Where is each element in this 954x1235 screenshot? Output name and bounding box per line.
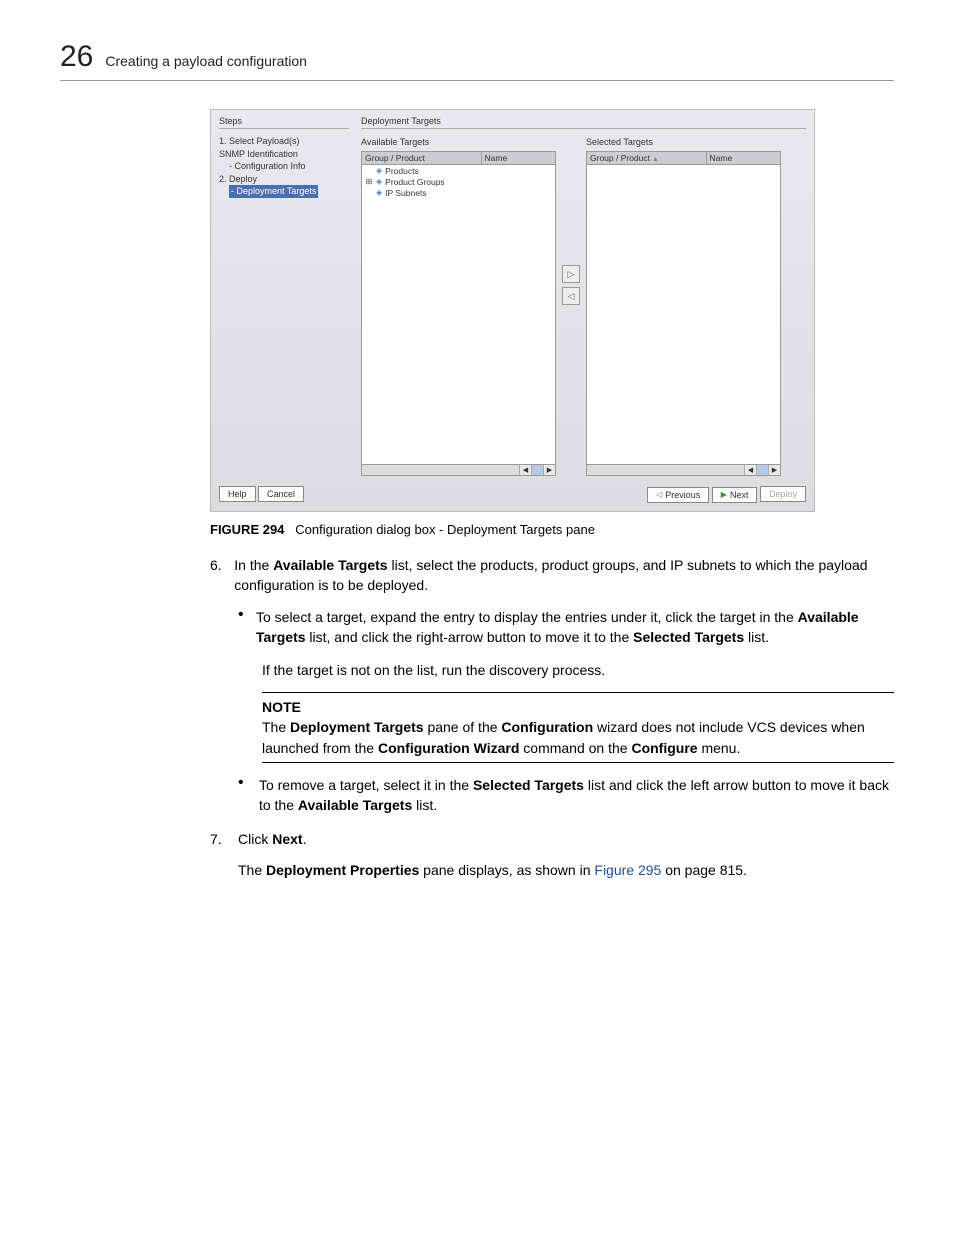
main-panel-title: Deployment Targets	[361, 116, 806, 126]
scroll-right-icon[interactable]: ▶	[768, 465, 780, 475]
sort-asc-icon: ▲	[652, 156, 659, 163]
group-icon: ◈	[376, 188, 382, 198]
horizontal-scrollbar[interactable]: ◀ ▶	[586, 465, 781, 476]
tree-node-products[interactable]: ◈Products	[364, 166, 553, 177]
step-item-current[interactable]: - Deployment Targets	[229, 185, 349, 198]
available-targets-label: Available Targets	[361, 135, 556, 149]
available-targets-box: Available Targets Group / Product Name ◈…	[361, 135, 556, 476]
note-box: NOTE The Deployment Targets pane of the …	[262, 692, 894, 763]
move-left-button[interactable]: ◁	[562, 287, 580, 305]
body-content: 6. In the Available Targets list, select…	[210, 555, 894, 881]
dialog-footer: Help Cancel Previous Next Deploy	[219, 486, 806, 503]
column-header[interactable]: Group / Product	[362, 152, 482, 164]
chevron-right-icon: ▷	[568, 269, 575, 280]
expand-icon[interactable]: ⊞	[365, 177, 373, 187]
tree-node-ip-subnets[interactable]: ◈IP Subnets	[364, 188, 553, 199]
bullet-remove-target: • To remove a target, select it in the S…	[238, 775, 894, 816]
chapter-title: Creating a payload configuration	[105, 53, 307, 69]
selected-grid-header[interactable]: Group / Product▲ Name	[586, 151, 781, 165]
scroll-left-icon[interactable]: ◀	[744, 465, 756, 475]
step-item[interactable]: SNMP Identification	[219, 148, 349, 161]
step-item[interactable]: - Configuration Info	[229, 160, 349, 173]
step-7-follow: The Deployment Properties pane displays,…	[238, 860, 894, 880]
steps-title: Steps	[219, 116, 349, 126]
selected-targets-box: Selected Targets Group / Product▲ Name ◀…	[586, 135, 781, 476]
note-label: NOTE	[262, 697, 894, 717]
step-6: 6. In the Available Targets list, select…	[210, 555, 894, 596]
horizontal-scrollbar[interactable]: ◀ ▶	[361, 465, 556, 476]
group-icon: ◈	[376, 177, 382, 187]
column-header[interactable]: Group / Product▲	[587, 152, 707, 164]
step-7: 7. Click Next.	[210, 829, 894, 849]
scroll-right-icon[interactable]: ▶	[543, 465, 555, 475]
group-icon: ◈	[376, 166, 382, 176]
bullet-follow-text: If the target is not on the list, run th…	[262, 660, 894, 680]
previous-button[interactable]: Previous	[647, 487, 709, 503]
scroll-thumb[interactable]	[531, 465, 543, 475]
cancel-button[interactable]: Cancel	[258, 486, 304, 502]
deploy-button[interactable]: Deploy	[760, 486, 806, 502]
step-item[interactable]: 2. Deploy	[219, 173, 349, 186]
scroll-left-icon[interactable]: ◀	[519, 465, 531, 475]
help-button[interactable]: Help	[219, 486, 256, 502]
column-header[interactable]: Name	[707, 152, 781, 164]
move-right-button[interactable]: ▷	[562, 265, 580, 283]
figure-295-link[interactable]: Figure 295	[594, 862, 661, 878]
next-button[interactable]: Next	[712, 487, 758, 503]
column-header[interactable]: Name	[482, 152, 556, 164]
scroll-thumb[interactable]	[756, 465, 768, 475]
chevron-left-icon: ◁	[568, 291, 575, 302]
chapter-number: 26	[60, 40, 93, 74]
step-item[interactable]: 1. Select Payload(s)	[219, 135, 349, 148]
page-header: 26 Creating a payload configuration	[60, 40, 894, 81]
available-grid-header[interactable]: Group / Product Name	[361, 151, 556, 165]
figure-caption: FIGURE 294 Configuration dialog box - De…	[210, 522, 894, 537]
steps-panel: Steps 1. Select Payload(s) SNMP Identifi…	[219, 116, 349, 476]
main-panel: Deployment Targets Available Targets Gro…	[361, 116, 806, 476]
bullet-select-target: • To select a target, expand the entry t…	[238, 607, 894, 648]
deployment-targets-dialog: Steps 1. Select Payload(s) SNMP Identifi…	[210, 109, 815, 512]
tree-node-product-groups[interactable]: ⊞◈Product Groups	[364, 177, 553, 188]
selected-grid-body[interactable]	[586, 165, 781, 465]
selected-targets-label: Selected Targets	[586, 135, 781, 149]
available-grid-body[interactable]: ◈Products ⊞◈Product Groups ◈IP Subnets	[361, 165, 556, 465]
transfer-buttons: ▷ ◁	[562, 265, 580, 305]
